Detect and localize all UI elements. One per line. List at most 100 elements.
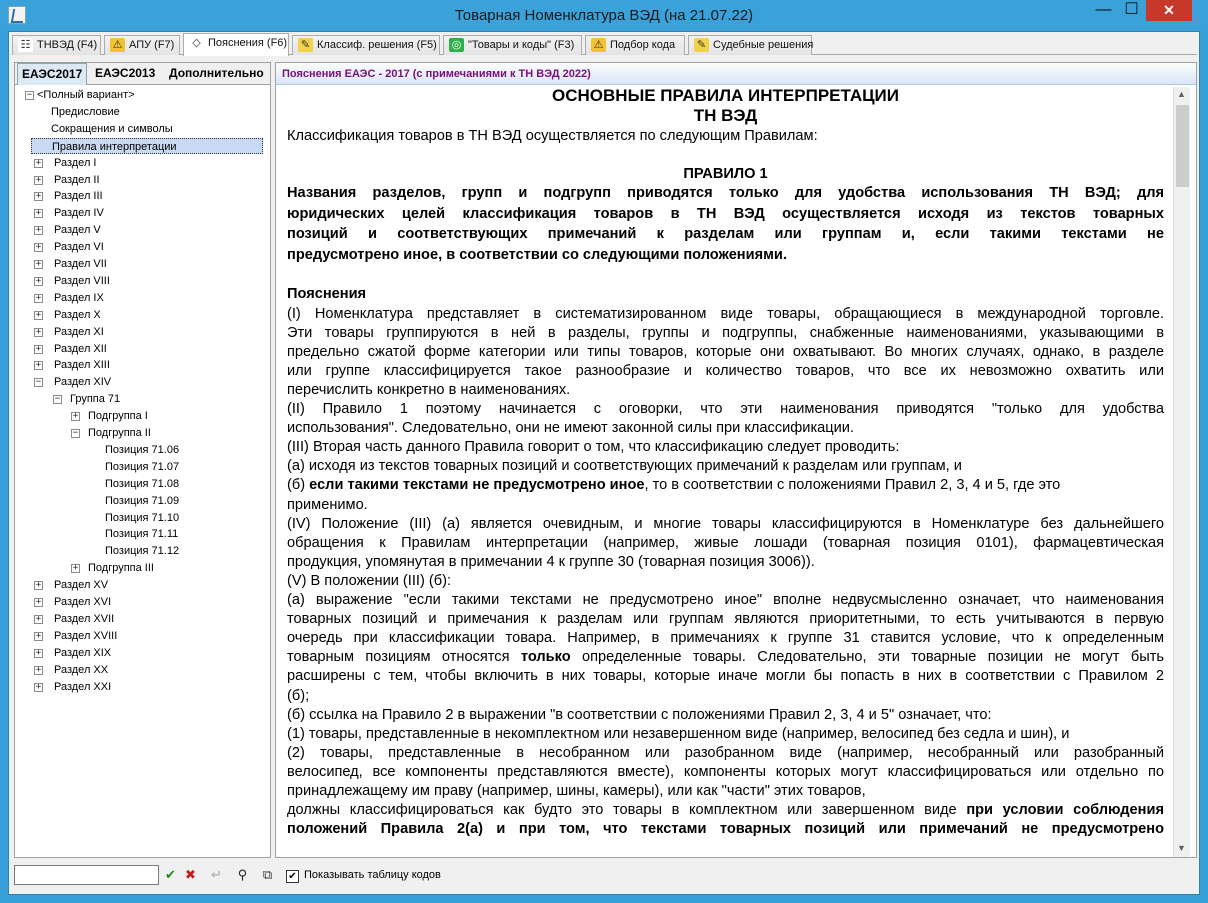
expand-icon[interactable]: + [34, 327, 43, 337]
collapse-icon[interactable]: − [34, 378, 43, 388]
tab-1[interactable]: ⚠ АПУ (F7) [104, 35, 180, 55]
collapse-icon[interactable]: − [53, 395, 62, 405]
doc-line: применимо. [287, 496, 368, 513]
expand-icon[interactable]: + [34, 209, 43, 219]
find-button[interactable]: ⚲ [232, 865, 253, 885]
tree-item[interactable]: Раздел I [54, 155, 96, 171]
expand-icon[interactable]: + [34, 598, 43, 607]
expand-icon[interactable]: + [34, 192, 43, 202]
expand-icon[interactable]: + [34, 648, 43, 658]
expand-icon[interactable]: + [34, 614, 43, 624]
collapse-icon[interactable]: − [25, 91, 34, 100]
minimize-button[interactable]: — [1090, 0, 1117, 21]
tree-item[interactable]: Раздел IV [54, 205, 104, 221]
expand-icon[interactable]: + [71, 564, 80, 574]
vertical-scrollbar[interactable]: ▲ ▼ [1173, 87, 1190, 857]
close-button[interactable]: ✕ [1146, 0, 1192, 21]
tree-item[interactable]: Раздел VIII [54, 273, 110, 289]
scroll-down-icon[interactable]: ▼ [1177, 843, 1186, 853]
tree-item[interactable]: Раздел XX [54, 662, 108, 678]
expand-icon[interactable]: + [34, 260, 43, 269]
tree-item[interactable]: Правила интерпретации [31, 137, 263, 154]
cancel-button[interactable]: ✖ [180, 865, 201, 885]
expand-icon[interactable]: + [34, 276, 43, 286]
tree-item[interactable]: Раздел XIII [54, 357, 110, 373]
tree-item[interactable]: Раздел XVI [54, 594, 111, 610]
expand-icon[interactable]: + [34, 175, 43, 185]
doc-line: расширены с тем, чтобы включить в них то… [287, 668, 1164, 685]
tree-item[interactable]: Раздел XIX [54, 645, 111, 661]
tree-item[interactable]: Раздел XXI [54, 679, 111, 695]
expand-icon[interactable]: + [34, 665, 43, 675]
doc-line: (1) товары, представленные в некомплектн… [287, 725, 1070, 742]
expand-icon[interactable]: + [71, 412, 80, 422]
tab-3[interactable]: ✎ Классиф. решения (F5) [292, 35, 440, 55]
expand-icon[interactable]: + [34, 293, 43, 303]
doc-line: должны классифицироваться как будто это … [287, 802, 1164, 819]
expand-icon[interactable]: + [34, 226, 43, 236]
tab-label: Подбор кода [610, 39, 676, 51]
tree-item[interactable]: <Полный вариант> [37, 87, 135, 103]
tree-item[interactable]: Раздел IX [54, 290, 104, 306]
tree-item[interactable]: Позиция 71.11 [105, 526, 178, 542]
tree-item[interactable]: Подгруппа I [88, 408, 148, 424]
collapse-icon[interactable]: − [71, 429, 80, 438]
panel-header: Пояснения ЕАЭС - 2017 (с примечаниями к … [276, 63, 1196, 85]
tree-item[interactable]: Раздел III [54, 188, 103, 204]
doc-line: ОСНОВНЫЕ ПРАВИЛА ИНТЕРПРЕТАЦИИ [552, 87, 899, 105]
expand-icon[interactable]: + [34, 581, 43, 591]
tree-item[interactable]: Раздел XII [54, 341, 107, 357]
scroll-thumb[interactable] [1176, 105, 1189, 187]
tree-item[interactable]: Позиция 71.09 [105, 493, 179, 509]
tree-item[interactable]: Раздел VII [54, 256, 107, 272]
tree-item[interactable]: Раздел V [54, 222, 101, 238]
show-codes-checkbox[interactable]: ✔ [286, 870, 299, 883]
back-button[interactable]: ↵ [206, 865, 227, 885]
tab-eaes2017[interactable]: ЕАЭС2017 [17, 63, 88, 85]
copy-button[interactable]: ⧉ [257, 865, 278, 885]
document-view[interactable]: ОСНОВНЫЕ ПРАВИЛА ИНТЕРПРЕТАЦИИ ТН ВЭД Клас… [287, 87, 1164, 855]
scroll-up-icon[interactable]: ▲ [1177, 89, 1186, 99]
expand-icon[interactable]: + [34, 631, 43, 641]
tree-item[interactable]: Раздел XVIII [54, 628, 117, 644]
expand-icon[interactable]: + [34, 344, 43, 354]
doc-line: Эти товары группируются в ней в разделы,… [287, 324, 1164, 341]
tree-item[interactable]: Позиция 71.10 [105, 510, 179, 526]
tree-item[interactable]: Подгруппа II [88, 425, 151, 441]
tab-eaes2013[interactable]: ЕАЭС2013 [91, 63, 159, 85]
tree-item[interactable]: Позиция 71.06 [105, 442, 179, 458]
tab-6[interactable]: ✎ Судебные решения [688, 35, 813, 55]
tree-item[interactable]: Позиция 71.12 [105, 543, 179, 559]
maximize-button[interactable]: ☐ [1118, 0, 1145, 21]
tree-item[interactable]: Подгруппа III [88, 560, 154, 576]
expand-icon[interactable]: + [34, 243, 43, 253]
tree-item[interactable]: Позиция 71.08 [105, 476, 179, 492]
tree-item[interactable]: Раздел XVII [54, 611, 114, 627]
tab-4[interactable]: ◎ "Товары и коды" (F3) [443, 35, 582, 55]
tree-item[interactable]: Сокращения и символы [51, 121, 173, 137]
tree-item[interactable]: Раздел XI [54, 324, 104, 340]
doc-line: позиций и соответствующих примечаний к р… [287, 226, 1164, 243]
doc-line: (II) Правило 1 поэтому начинается с огов… [287, 401, 1164, 417]
tree-item[interactable]: Раздел X [54, 307, 101, 323]
code-input[interactable] [14, 865, 159, 885]
expand-icon[interactable]: + [34, 310, 43, 320]
tree-item[interactable]: Раздел VI [54, 239, 104, 255]
tree-item[interactable]: Позиция 71.07 [105, 459, 179, 475]
tree-item[interactable]: Раздел II [54, 172, 100, 188]
tree-item[interactable]: Раздел XV [54, 577, 108, 593]
doc-line: (III) Вторая часть данного Правила говор… [287, 439, 900, 456]
tab-2[interactable]: ◇ Пояснения (F6) [183, 33, 289, 56]
tree-item[interactable]: Группа 71 [70, 391, 120, 407]
expand-icon[interactable]: + [34, 158, 43, 168]
tab-0[interactable]: ☷ ТНВЭД (F4) [12, 35, 101, 55]
expand-icon[interactable]: + [34, 682, 43, 692]
tab-5[interactable]: ⚠ Подбор кода [585, 35, 685, 55]
confirm-button[interactable]: ✔ [160, 865, 181, 885]
tree-item[interactable]: Раздел XIV [54, 374, 111, 390]
title-bar[interactable]: Товарная Номенклатура ВЭД (на 21.07.22) … [0, 0, 1208, 31]
tab-additional[interactable]: Дополнительно [165, 63, 268, 85]
expand-icon[interactable]: + [34, 361, 43, 371]
tree-item[interactable]: Предисловие [51, 104, 120, 120]
doc-line: (a) выражение "если такими текстами не п… [287, 592, 1164, 608]
